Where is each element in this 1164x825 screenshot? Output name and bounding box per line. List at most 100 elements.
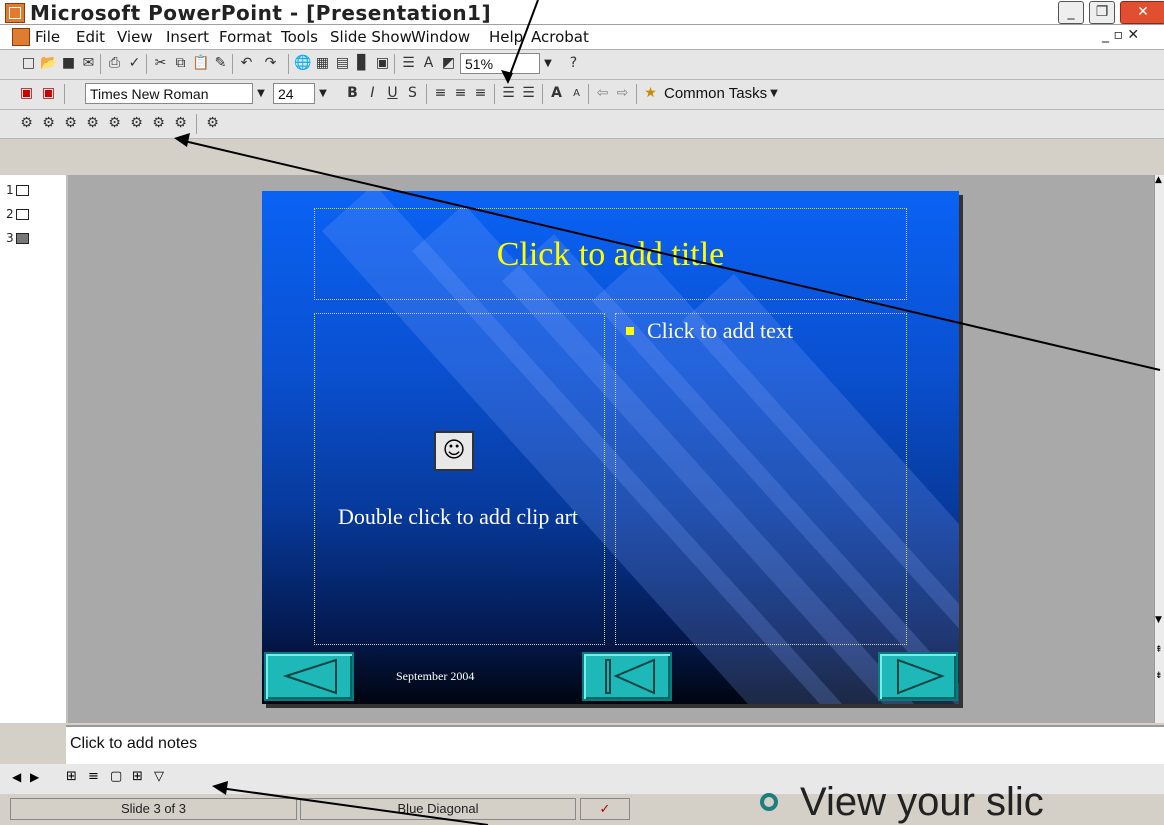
next-slide-icon[interactable]: ⇟ xyxy=(1155,671,1164,685)
increase-font-icon[interactable]: A xyxy=(548,85,565,102)
insert-chart-icon[interactable]: ▊ xyxy=(354,55,371,72)
spelling-icon[interactable]: ✓ xyxy=(126,55,143,72)
scroll-up-icon[interactable]: ▲ xyxy=(1155,175,1164,191)
scroll-left-icon[interactable]: ◀ xyxy=(12,770,21,784)
print-icon[interactable]: ⎙ xyxy=(106,55,123,72)
slide-view-icon[interactable]: ▢ xyxy=(110,769,122,784)
font-dropdown-icon[interactable]: ▼ xyxy=(253,83,269,104)
promote-icon[interactable]: ⇦ xyxy=(594,85,611,102)
show-formatting-icon[interactable]: A xyxy=(420,55,437,72)
shadow-icon[interactable]: S xyxy=(404,85,421,102)
numbering-icon[interactable]: ☰ xyxy=(500,85,517,102)
text-placeholder[interactable] xyxy=(615,313,907,645)
tool-icon-4[interactable]: ⚙ xyxy=(84,115,101,132)
decrease-font-icon[interactable]: A xyxy=(568,85,585,102)
spelling-status-icon[interactable]: ✓ xyxy=(580,798,630,820)
tool-icon-6[interactable]: ⚙ xyxy=(128,115,145,132)
common-tasks-icon[interactable]: ★ xyxy=(642,85,659,102)
save-icon[interactable]: ■ xyxy=(60,55,77,72)
new-icon[interactable]: □ xyxy=(20,55,37,72)
document-window-controls[interactable]: _ ▫ ✕ xyxy=(1102,27,1139,43)
grayscale-icon[interactable]: ◩ xyxy=(440,55,457,72)
title-placeholder[interactable]: Click to add title xyxy=(314,208,907,300)
email-icon[interactable]: ✉ xyxy=(80,55,97,72)
notes-placeholder: Click to add notes xyxy=(70,735,198,752)
restore-button[interactable]: ❐ xyxy=(1089,1,1115,24)
bullets-icon[interactable]: ☰ xyxy=(520,85,537,102)
tool-icon-2[interactable]: ⚙ xyxy=(40,115,57,132)
slide-thumb-1[interactable]: 1 xyxy=(6,183,29,197)
separator xyxy=(146,54,147,74)
tool-icon-7[interactable]: ⚙ xyxy=(150,115,167,132)
menu-window[interactable]: Window xyxy=(411,28,470,46)
redo-icon[interactable]: ↷ xyxy=(262,55,279,72)
notes-pane[interactable]: Click to add notes xyxy=(66,725,1164,765)
zoom-combo[interactable]: 51% xyxy=(460,53,540,74)
format-painter-icon[interactable]: ✎ xyxy=(212,55,229,72)
help-icon[interactable]: ? xyxy=(565,55,582,72)
vertical-scrollbar[interactable]: ▲ ▼ ⇞ ⇟ xyxy=(1154,175,1164,723)
previous-slide-icon[interactable]: ⇞ xyxy=(1155,645,1164,659)
scroll-down-icon[interactable]: ▼ xyxy=(1155,615,1164,629)
next-slide-button[interactable] xyxy=(878,652,958,701)
font-name-combo[interactable]: Times New Roman xyxy=(85,83,253,104)
hyperlink-icon[interactable]: 🌐 xyxy=(294,55,311,72)
expand-all-icon[interactable]: ☰ xyxy=(400,55,417,72)
menu-format[interactable]: Format xyxy=(219,28,272,46)
outline-view-icon[interactable]: ≡ xyxy=(88,769,99,784)
tool-icon-1[interactable]: ⚙ xyxy=(18,115,35,132)
tool-icon-5[interactable]: ⚙ xyxy=(106,115,123,132)
align-right-icon[interactable]: ≡ xyxy=(472,85,489,102)
previous-slide-button[interactable] xyxy=(264,652,354,701)
acrobat-email-icon[interactable]: ▣ xyxy=(40,85,57,102)
clip-art-placeholder[interactable] xyxy=(314,313,605,645)
underline-icon[interactable]: U xyxy=(384,85,401,102)
menu-help[interactable]: Help xyxy=(489,28,523,46)
formatting-toolbar: ▣ ▣ Times New Roman ▼ 24 ▼ B I U S ≡ ≡ ≡… xyxy=(0,80,1164,110)
new-slide-icon[interactable]: ▣ xyxy=(374,55,391,72)
first-slide-button[interactable] xyxy=(582,652,672,701)
zoom-dropdown-icon[interactable]: ▼ xyxy=(540,53,556,74)
close-button[interactable]: ✕ xyxy=(1120,1,1164,24)
tool-icon-3[interactable]: ⚙ xyxy=(62,115,79,132)
cut-icon[interactable]: ✂ xyxy=(152,55,169,72)
font-size-combo[interactable]: 24 xyxy=(273,83,315,104)
clip-art-icon[interactable]: ☺ xyxy=(434,431,474,471)
bold-icon[interactable]: B xyxy=(344,85,361,102)
minimize-button[interactable]: _ xyxy=(1058,1,1084,24)
menu-edit[interactable]: Edit xyxy=(76,28,105,46)
slide-canvas[interactable]: Click to add title ☺ Double click to add… xyxy=(262,191,959,704)
align-center-icon[interactable]: ≡ xyxy=(452,85,469,102)
italic-icon[interactable]: I xyxy=(364,85,381,102)
tool-icon-9[interactable]: ⚙ xyxy=(204,115,221,132)
menu-slide-show[interactable]: Slide Show xyxy=(330,28,412,46)
separator xyxy=(288,54,289,74)
menu-view[interactable]: View xyxy=(117,28,153,46)
menu-insert[interactable]: Insert xyxy=(166,28,209,46)
slide-sorter-view-icon[interactable]: ⊞ xyxy=(132,769,143,784)
size-dropdown-icon[interactable]: ▼ xyxy=(315,83,331,104)
scroll-right-icon[interactable]: ▶ xyxy=(30,770,39,784)
powerpoint-app-icon[interactable] xyxy=(5,3,25,23)
menu-tools[interactable]: Tools xyxy=(281,28,318,46)
demote-icon[interactable]: ⇨ xyxy=(614,85,631,102)
acrobat-convert-icon[interactable]: ▣ xyxy=(18,85,35,102)
open-icon[interactable]: 📂 xyxy=(40,55,57,72)
common-tasks-dropdown-icon[interactable]: ▼ xyxy=(766,83,782,104)
slide-number: 3 xyxy=(6,231,14,245)
menu-acrobat[interactable]: Acrobat xyxy=(531,28,589,46)
undo-icon[interactable]: ↶ xyxy=(238,55,255,72)
normal-view-icon[interactable]: ⊞ xyxy=(66,769,77,784)
align-left-icon[interactable]: ≡ xyxy=(432,85,449,102)
copy-icon[interactable]: ⧉ xyxy=(172,55,189,72)
tables-borders-icon[interactable]: ▦ xyxy=(314,55,331,72)
slide-thumb-3[interactable]: 3 xyxy=(6,231,29,245)
common-tasks-button[interactable]: Common Tasks xyxy=(664,85,767,102)
tool-icon-8[interactable]: ⚙ xyxy=(172,115,189,132)
paste-icon[interactable]: 📋 xyxy=(192,55,209,72)
insert-table-icon[interactable]: ▤ xyxy=(334,55,351,72)
slide-show-icon[interactable]: ▽ xyxy=(154,769,164,784)
slide-thumb-2[interactable]: 2 xyxy=(6,207,29,221)
document-icon[interactable] xyxy=(12,28,30,46)
menu-file[interactable]: File xyxy=(35,28,60,46)
